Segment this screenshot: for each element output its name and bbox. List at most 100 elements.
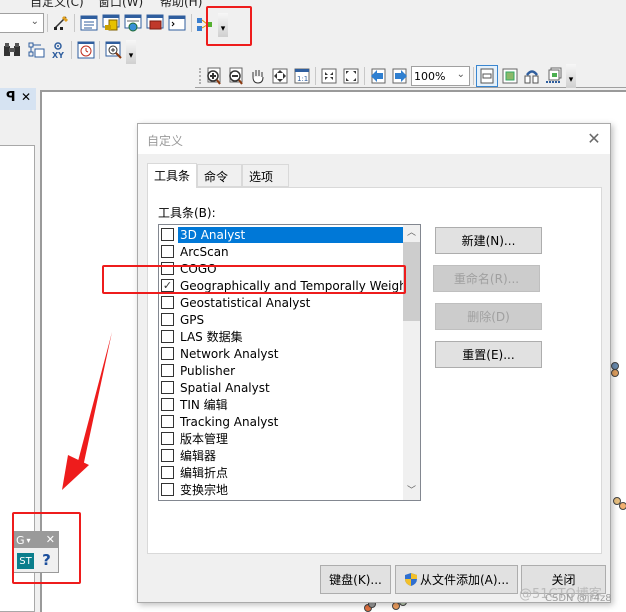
rename-toolbar-button[interactable]: 重命名(R)... bbox=[433, 265, 540, 292]
layout-zoom-out-button[interactable] bbox=[226, 66, 246, 86]
dropdown-icon[interactable]: ▾ bbox=[27, 536, 31, 545]
magnifier-button[interactable] bbox=[104, 40, 124, 60]
checkbox[interactable] bbox=[161, 415, 174, 428]
delete-toolbar-button[interactable]: 删除(D) bbox=[435, 303, 542, 330]
toolbar-list-item[interactable]: GPS bbox=[159, 311, 404, 328]
checkbox[interactable] bbox=[161, 449, 174, 462]
reset-toolbar-button[interactable]: 重置(E)... bbox=[435, 341, 542, 368]
gtwr-toolbar-icon bbox=[197, 18, 212, 31]
help-button[interactable]: ? bbox=[38, 551, 55, 569]
checkbox[interactable] bbox=[161, 483, 174, 496]
toolbar-list-item[interactable]: 编辑器 bbox=[159, 447, 404, 464]
toolbar-overflow-button[interactable]: ▾ bbox=[566, 64, 576, 88]
checkbox[interactable] bbox=[161, 228, 174, 241]
toolbar-overflow-button[interactable]: ▾ bbox=[218, 13, 228, 37]
toolbar-list-item-label: Tracking Analyst bbox=[180, 414, 279, 429]
toolbar-list-item[interactable]: COGO bbox=[159, 260, 404, 277]
checkbox[interactable] bbox=[161, 381, 174, 394]
tab-commands[interactable]: 命令 bbox=[197, 164, 242, 187]
pan-button[interactable] bbox=[248, 66, 268, 86]
back-extent-button[interactable] bbox=[368, 66, 388, 86]
add-from-file-button[interactable]: 从文件添加(A)... bbox=[395, 565, 518, 594]
toolbar-grip[interactable] bbox=[199, 68, 201, 84]
checkbox[interactable] bbox=[161, 313, 174, 326]
close-icon[interactable]: ✕ bbox=[584, 129, 604, 149]
checkbox[interactable] bbox=[161, 432, 174, 445]
toolbar-list-item[interactable]: LAS 数据集 bbox=[159, 328, 404, 345]
time-slider-icon bbox=[77, 41, 95, 59]
checkbox[interactable] bbox=[161, 330, 174, 343]
data-driven-pages-button[interactable] bbox=[544, 66, 564, 86]
search-window-button[interactable] bbox=[123, 13, 143, 33]
layout-zoom-in-button[interactable] bbox=[204, 66, 224, 86]
menu-item-customize[interactable]: 自定义(C) bbox=[30, 0, 84, 8]
new-toolbar-button[interactable]: 新建(N)... bbox=[435, 227, 542, 254]
toolbars-listbox[interactable]: 变换宗地 编辑折点 编辑器 版本管理 Tracking Analyst TIN 编辑 Spa… bbox=[158, 224, 421, 501]
menu-item-window[interactable]: 窗口(W) bbox=[98, 0, 143, 8]
go-to-xy-button[interactable]: XY bbox=[48, 40, 68, 60]
listbox-scrollbar[interactable]: ︿ ﹀ bbox=[403, 225, 420, 500]
scroll-down-icon[interactable]: ﹀ bbox=[403, 483, 420, 500]
keyboard-button[interactable]: 键盘(K)... bbox=[320, 565, 391, 594]
scale-combo[interactable]: ⌄ bbox=[0, 13, 44, 33]
toggle-draft-mode-button[interactable] bbox=[476, 65, 498, 87]
gtwr-toolbar-button[interactable] bbox=[195, 14, 215, 34]
floating-toolbar-titlebar[interactable]: G ▾ ✕ bbox=[14, 532, 58, 548]
toolbar-list-item[interactable]: Network Analyst bbox=[159, 345, 404, 362]
layout-zoom-combo[interactable]: 100% ⌄ bbox=[411, 66, 470, 86]
toolbar-list-item[interactable]: 编辑折点 bbox=[159, 464, 404, 481]
checkbox[interactable] bbox=[161, 262, 174, 275]
model-builder-button[interactable] bbox=[26, 40, 46, 60]
change-layout-button[interactable] bbox=[522, 66, 542, 86]
checkbox[interactable] bbox=[161, 347, 174, 360]
zoom-100-button[interactable]: 1:1 bbox=[292, 66, 312, 86]
separator bbox=[315, 67, 316, 85]
arctoolbox-button[interactable] bbox=[145, 13, 165, 33]
toolbar-list-item[interactable]: Publisher bbox=[159, 362, 404, 379]
python-button[interactable] bbox=[167, 13, 187, 33]
toolbars-tab-panel: 工具条(B): 变换宗地 编辑折点 编辑器 版本管理 Tracking Analyst T… bbox=[147, 187, 602, 554]
menu-item-help[interactable]: 帮助(H) bbox=[160, 0, 202, 8]
tab-toolbars[interactable]: 工具条 bbox=[147, 163, 197, 188]
fixed-zoom-out-button[interactable] bbox=[341, 66, 361, 86]
editor-toolbar-button[interactable] bbox=[51, 13, 71, 33]
toolbar-list-item-label: Publisher bbox=[180, 363, 236, 378]
zoom-whole-page-button[interactable] bbox=[270, 66, 290, 86]
tab-options[interactable]: 选项 bbox=[242, 164, 289, 187]
checkbox[interactable] bbox=[161, 466, 174, 479]
focus-data-frame-button[interactable] bbox=[500, 66, 520, 86]
toolbar-list-item[interactable]: ✓ Geographically and Temporally Weighted … bbox=[159, 277, 404, 294]
toolbar-list-item[interactable]: Spatial Analyst bbox=[159, 379, 404, 396]
fixed-zoom-in-button[interactable] bbox=[319, 66, 339, 86]
scrollbar-thumb[interactable] bbox=[403, 242, 420, 321]
find-button[interactable] bbox=[2, 40, 22, 60]
toolbar-list-item[interactable]: ArcScan bbox=[159, 243, 404, 260]
gtwr-st-button[interactable]: ST bbox=[17, 553, 34, 569]
menu-item[interactable] bbox=[2, 0, 6, 7]
toolbar-list-item[interactable]: 变换宗地 bbox=[159, 481, 404, 498]
checkbox[interactable] bbox=[161, 245, 174, 258]
checkbox-checked[interactable]: ✓ bbox=[161, 279, 174, 292]
toolbar-list-item[interactable]: Tracking Analyst bbox=[159, 413, 404, 430]
close-icon[interactable]: ✕ bbox=[46, 533, 55, 546]
checkbox[interactable] bbox=[161, 398, 174, 411]
close-button[interactable]: 关闭 bbox=[521, 565, 606, 594]
time-slider-button[interactable] bbox=[76, 40, 96, 60]
catalog-button[interactable] bbox=[101, 13, 121, 33]
toolbar-list-item-label: ArcScan bbox=[180, 244, 229, 259]
toggle-draft-mode-icon bbox=[480, 68, 494, 84]
forward-extent-button[interactable] bbox=[390, 66, 410, 86]
checkbox[interactable] bbox=[161, 296, 174, 309]
toolbar-list-item[interactable]: 版本管理 bbox=[159, 430, 404, 447]
scroll-up-icon[interactable]: ︿ bbox=[403, 225, 420, 242]
uac-shield-icon bbox=[404, 573, 417, 586]
toolbar-list-item[interactable]: TIN 编辑 bbox=[159, 396, 404, 413]
close-icon[interactable]: ✕ bbox=[21, 90, 31, 104]
pin-icon[interactable]: ꟼ bbox=[6, 90, 16, 105]
toolbar-list-item[interactable]: 3D Analyst bbox=[159, 226, 404, 243]
toolbar-list-item[interactable]: Geostatistical Analyst bbox=[159, 294, 404, 311]
checkbox[interactable] bbox=[161, 364, 174, 377]
toc-button[interactable] bbox=[79, 13, 99, 33]
arctoolbox-icon bbox=[146, 14, 164, 30]
toolbar-overflow-button[interactable]: ▾ bbox=[126, 40, 136, 64]
